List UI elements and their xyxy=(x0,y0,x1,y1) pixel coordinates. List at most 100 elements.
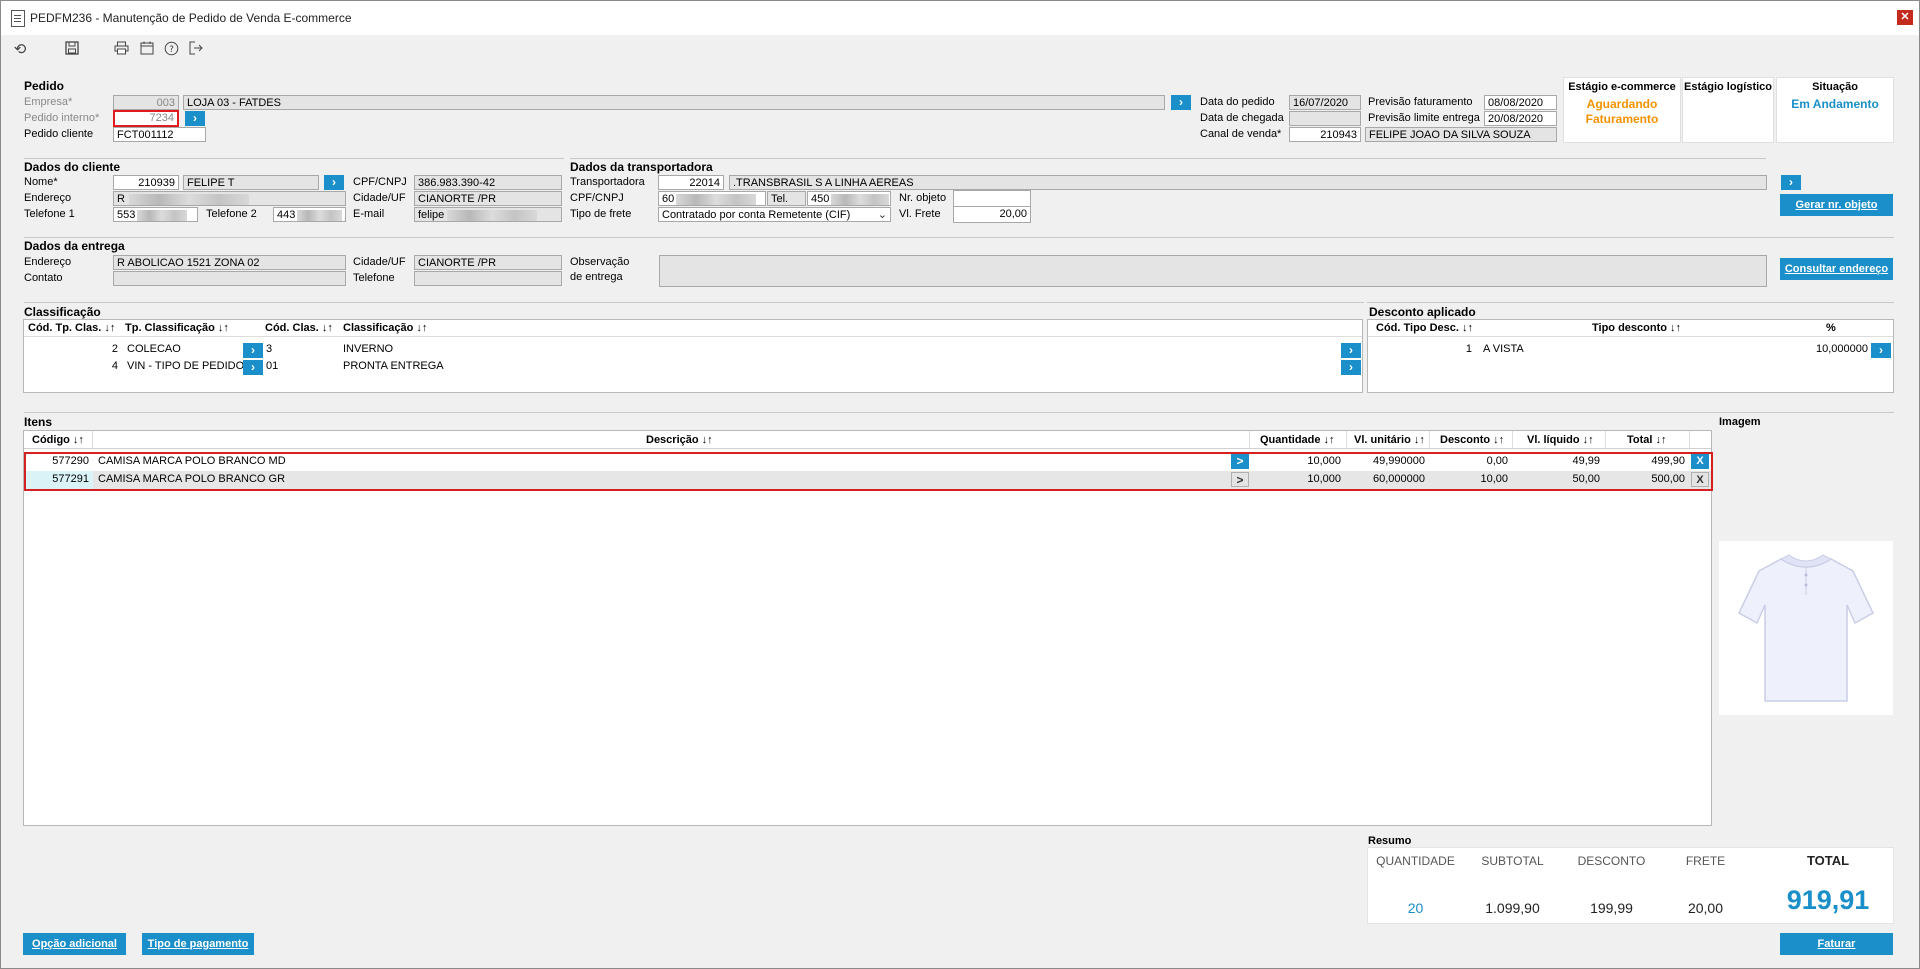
clas-row-2-tp: VIN - TIPO DE PEDIDO xyxy=(127,360,245,372)
situacao-panel: Situação Em Andamento xyxy=(1776,77,1894,143)
clas-row-1-cod-tp: 2 xyxy=(111,343,118,355)
save-icon[interactable] xyxy=(63,41,81,59)
divider xyxy=(24,158,564,159)
section-imagem: Imagem xyxy=(1719,416,1761,428)
desc-row-1-cod: 1 xyxy=(1465,343,1472,355)
clas-row-1-clas-button[interactable]: › xyxy=(1341,343,1361,358)
situacao-title: Situação xyxy=(1812,81,1858,93)
section-cliente: Dados do cliente xyxy=(24,160,121,174)
empresa-name-field: LOJA 03 - FATDES xyxy=(183,95,1165,110)
entrega-contato-label: Contato xyxy=(24,272,63,284)
col-header-percent[interactable]: % xyxy=(1826,322,1836,334)
col-header-total[interactable]: Total ↓↑ xyxy=(1627,434,1667,446)
title-bar: PEDFM236 - Manutenção de Pedido de Venda… xyxy=(1,1,1919,36)
empresa-lookup-button[interactable]: › xyxy=(1171,95,1191,110)
previsao-limite-field[interactable]: 20/08/2020 xyxy=(1484,111,1557,126)
telefone2-value: 443 xyxy=(277,209,296,221)
col-header-desconto[interactable]: Desconto ↓↑ xyxy=(1440,434,1504,446)
gerar-nr-objeto-button[interactable]: Gerar nr. objeto xyxy=(1780,194,1893,216)
col-header-cod-tp-clas[interactable]: Cód. Tp. Clas. ↓↑ xyxy=(28,322,115,334)
cliente-endereco-value: R xyxy=(117,193,125,205)
col-header-tipo-desconto[interactable]: Tipo desconto ↓↑ xyxy=(1592,322,1681,334)
estagio-ecommerce-value-1: Aguardando xyxy=(1586,97,1658,111)
transportadora-code-field[interactable]: 22014 xyxy=(658,175,724,190)
transportadora-name-field: .TRANSBRASIL S A LINHA AEREAS xyxy=(729,175,1767,190)
col-header-codigo[interactable]: Código ↓↑ xyxy=(32,434,84,446)
col-header-tp-classificacao[interactable]: Tp. Classificação ↓↑ xyxy=(125,322,229,334)
cliente-email-value: felipe xyxy=(418,209,445,221)
estagio-logistico-panel: Estágio logístico xyxy=(1682,77,1774,143)
faturar-button[interactable]: Faturar xyxy=(1780,933,1893,955)
desconto-table: Cód. Tipo Desc. ↓↑ Tipo desconto ↓↑ % 1 … xyxy=(1367,319,1894,393)
col-divider xyxy=(1512,431,1513,448)
tipo-pagamento-button[interactable]: Tipo de pagamento xyxy=(142,933,254,955)
exit-icon[interactable] xyxy=(187,41,205,59)
transportadora-cpf-field[interactable]: 60 xyxy=(658,191,766,206)
redacted-block xyxy=(676,193,757,205)
transportadora-lookup-button[interactable]: › xyxy=(1781,175,1801,190)
entrega-contato-field xyxy=(113,271,346,286)
calendar-icon[interactable] xyxy=(138,41,156,59)
close-button[interactable]: ✕ xyxy=(1897,10,1913,25)
col-header-cod-clas[interactable]: Cód. Clas. ↓↑ xyxy=(265,322,333,334)
resumo-panel: QUANTIDADE 20 SUBTOTAL 1.099,90 DESCONTO… xyxy=(1367,847,1894,924)
cliente-code-field[interactable]: 210939 xyxy=(113,175,179,190)
empresa-code-field[interactable]: 003 xyxy=(113,95,179,110)
section-pedido: Pedido xyxy=(24,79,65,93)
col-divider xyxy=(1689,431,1690,448)
pedido-cliente-field[interactable]: FCT001112 xyxy=(113,127,206,142)
canal-venda-code-field[interactable]: 210943 xyxy=(1289,127,1361,142)
redacted-block xyxy=(137,209,188,221)
col-header-descricao[interactable]: Descrição ↓↑ xyxy=(646,434,713,446)
divider xyxy=(570,158,1766,159)
canal-venda-label: Canal de venda* xyxy=(1200,128,1282,140)
redacted-block xyxy=(447,209,538,221)
transportadora-tel-field[interactable]: 450 xyxy=(807,191,891,206)
desc-row-1-button[interactable]: › xyxy=(1871,343,1891,358)
tipo-frete-select[interactable]: Contratado por conta Remetente (CIF) ⌄ xyxy=(658,207,891,222)
telefone2-label: Telefone 2 xyxy=(206,208,257,220)
nr-objeto-field[interactable] xyxy=(953,190,1031,207)
pedido-interno-lookup-button[interactable]: › xyxy=(185,111,205,126)
entrega-telefone-label: Telefone xyxy=(353,272,395,284)
data-pedido-field: 16/07/2020 xyxy=(1289,95,1361,110)
estagio-ecommerce-title: Estágio e-commerce xyxy=(1568,81,1676,93)
resumo-subtotal-value: 1.099,90 xyxy=(1485,900,1540,916)
clas-row-2-tp-button[interactable]: › xyxy=(243,360,263,375)
section-desconto: Desconto aplicado xyxy=(1369,305,1476,319)
observacao-field[interactable] xyxy=(659,255,1767,287)
telefone1-field[interactable]: 553 xyxy=(113,207,198,222)
nr-objeto-label: Nr. objeto xyxy=(899,192,947,204)
print-icon[interactable] xyxy=(112,41,130,59)
col-header-cod-tipo-desc[interactable]: Cód. Tipo Desc. ↓↑ xyxy=(1376,322,1473,334)
entrega-endereco-field: R ABOLICAO 1521 ZONA 02 xyxy=(113,255,346,270)
resumo-subtotal-label: SUBTOTAL xyxy=(1481,854,1544,868)
clas-row-2-clas-button[interactable]: › xyxy=(1341,360,1361,375)
col-header-vl-liquido[interactable]: Vl. líquido ↓↑ xyxy=(1527,434,1594,446)
clas-row-1-tp: COLECAO xyxy=(127,343,181,355)
col-header-quantidade[interactable]: Quantidade ↓↑ xyxy=(1260,434,1335,446)
data-pedido-label: Data do pedido xyxy=(1200,96,1275,108)
pedido-interno-field[interactable]: 7234 xyxy=(113,110,179,127)
col-divider xyxy=(1249,431,1250,448)
clas-row-1-cod: 3 xyxy=(266,343,273,355)
opcao-adicional-button[interactable]: Opção adicional xyxy=(23,933,126,955)
col-header-vl-unitario[interactable]: Vl. unitário ↓↑ xyxy=(1354,434,1425,446)
refresh-icon[interactable]: ⟲ xyxy=(11,41,29,59)
vl-frete-field[interactable]: 20,00 xyxy=(953,206,1031,223)
cliente-lookup-button[interactable]: › xyxy=(324,175,344,190)
cliente-cpf-label: CPF/CNPJ xyxy=(353,176,407,188)
col-header-classificacao[interactable]: Classificação ↓↑ xyxy=(343,322,427,334)
data-chegada-field xyxy=(1289,111,1361,126)
help-icon[interactable]: ? xyxy=(162,41,180,59)
telefone2-field[interactable]: 443 xyxy=(273,207,346,222)
estagio-logistico-title: Estágio logístico xyxy=(1683,81,1772,93)
col-divider xyxy=(1429,431,1430,448)
empresa-label: Empresa* xyxy=(24,96,73,108)
previsao-faturamento-field[interactable]: 08/08/2020 xyxy=(1484,95,1557,110)
redacted-block xyxy=(128,193,249,205)
clas-row-1-tp-button[interactable]: › xyxy=(243,343,263,358)
transportadora-tel-value: 450 xyxy=(811,193,830,205)
product-image xyxy=(1719,541,1893,715)
consultar-endereco-button[interactable]: Consultar endereço xyxy=(1780,258,1893,280)
